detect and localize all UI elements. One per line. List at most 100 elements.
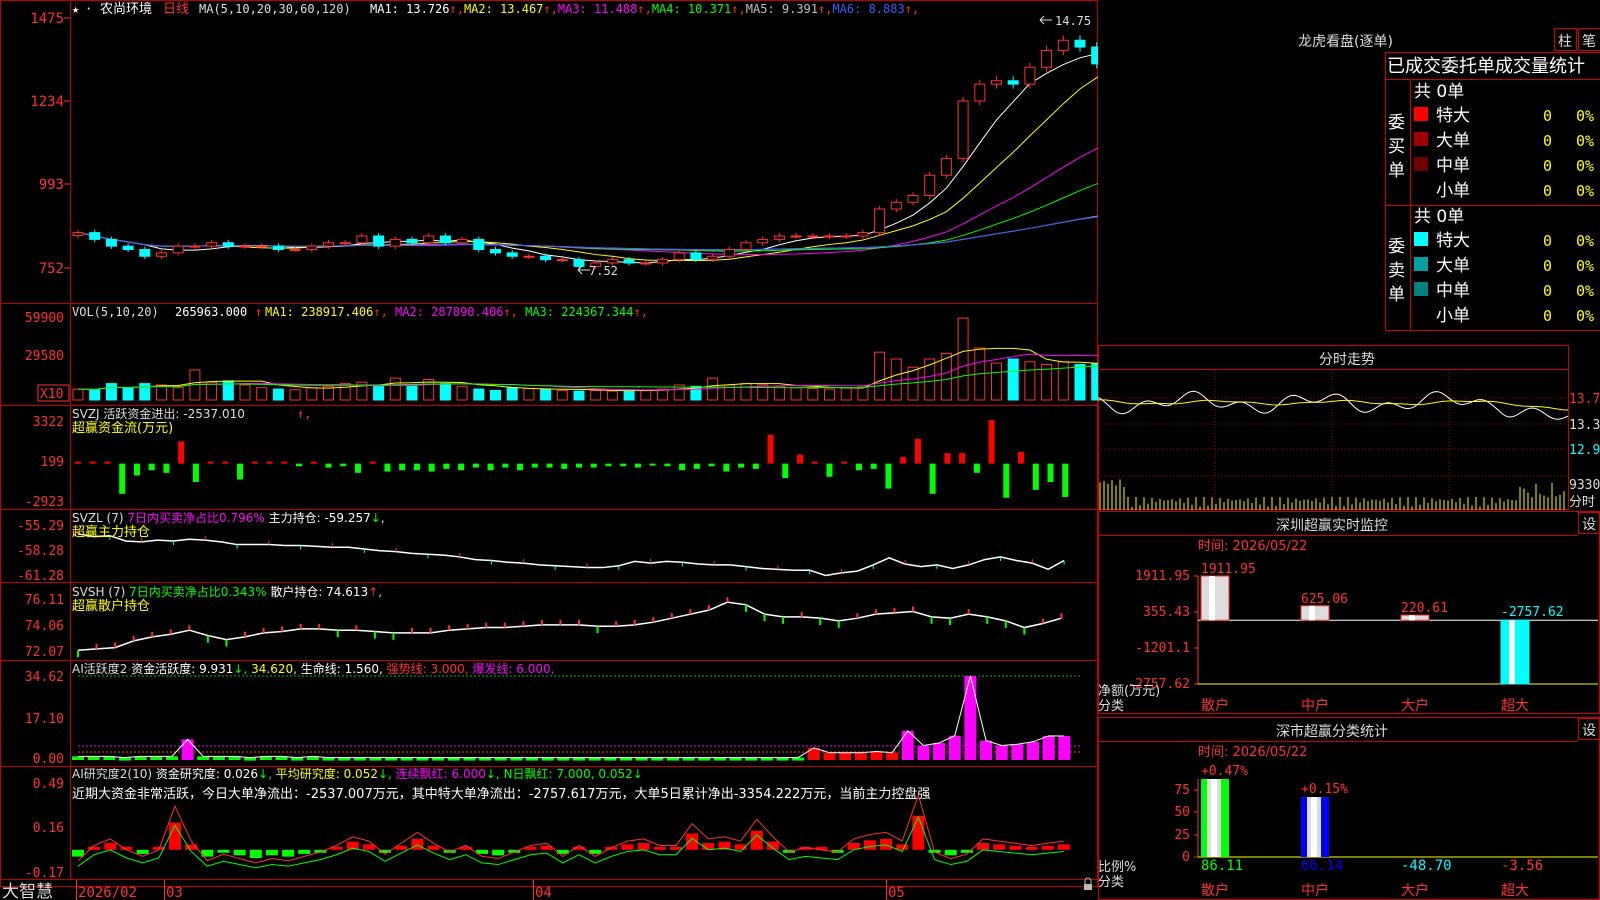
volume-bar [790, 387, 802, 401]
vol-ma-arrow: ↑, [373, 305, 387, 319]
svzj-axis-top: 3322 [33, 415, 64, 430]
candle-body [323, 242, 334, 247]
svzl-axis-top: -55.29 [17, 519, 64, 534]
volume-bar [239, 384, 251, 401]
cls-title: 深市超赢分类统计 [1276, 723, 1388, 740]
volume-bar [707, 377, 719, 401]
volume-bar [807, 387, 819, 401]
svsh-axis-bottom: 72.07 [25, 645, 64, 660]
vol-axis-mid: 29580 [25, 349, 64, 364]
ai2-bar [637, 843, 650, 850]
candle-body [389, 238, 401, 247]
sz-settings-button[interactable]: 设 [1582, 517, 1596, 533]
intraday-axis-mid: 13.33 [1569, 418, 1600, 433]
ai1-down-arrow: ↓, [233, 662, 247, 676]
sell-row-label: 特大 [1436, 231, 1470, 251]
volume-bar [991, 362, 1002, 401]
ma-value: MA3: 11.488 [558, 2, 637, 16]
candle-body [89, 232, 101, 240]
ai1-line [78, 675, 1065, 759]
ai1-axis-top: 34.62 [25, 670, 64, 685]
cls-bar-shine [1311, 797, 1317, 857]
svzj-bar [576, 463, 582, 468]
svzj-bar [826, 463, 833, 477]
tab-volume[interactable]: 成交量 [1495, 56, 1549, 77]
ai1-axis-bottom: 0.00 [33, 752, 64, 767]
tab-traded[interactable]: 已成交 [1387, 56, 1441, 77]
pen-mode-button[interactable]: 笔 [1582, 34, 1596, 50]
ai2-bar [233, 849, 246, 856]
svzj-bar [900, 457, 907, 464]
ma-value: MA2: 13.467 [464, 2, 543, 16]
buy-side-char: 单 [1388, 161, 1405, 181]
candle-body [1074, 39, 1086, 48]
candle-body [490, 249, 501, 254]
buy-row-count: 0 [1543, 157, 1552, 175]
lock-icon[interactable] [1084, 884, 1092, 890]
price-axis-label: 1234 [30, 94, 64, 110]
cls-chart: 75 50 25 0 +0.47% 86.11 散户 +0.15% 66.14 中户 -48.70 大… [1174, 764, 1598, 899]
sell-row-label: 中单 [1436, 281, 1470, 301]
tab-stats[interactable]: 统计 [1549, 56, 1585, 77]
sz-category: 超大 [1501, 698, 1529, 714]
buy-total: 共 0单 [1414, 82, 1464, 102]
buy-row-label: 大单 [1436, 131, 1470, 151]
svzl-hold: 主力持仓: -59.257 [265, 510, 371, 525]
sz-category: 中户 [1301, 697, 1329, 714]
vol-axis-top: 59900 [25, 311, 64, 326]
volume-bar [523, 387, 535, 401]
volume-bar [456, 385, 468, 401]
svzj-bar [1032, 463, 1039, 490]
svsh-axis: 76.11 74.06 72.07 [25, 593, 64, 660]
ma-arrow: ↑, [905, 2, 919, 16]
ai1-bar [150, 756, 163, 760]
lhb-title: 龙虎看盘(逐单) [1298, 33, 1393, 50]
tab-orders[interactable]: 委托单 [1441, 56, 1495, 77]
cls-settings-button[interactable]: 设 [1582, 723, 1596, 739]
ai1-axis-mid: 17.10 [25, 712, 64, 727]
candle-body [272, 245, 284, 250]
ai1-bar [980, 740, 993, 760]
volume-bar [1007, 358, 1019, 401]
sell-row-color-box [1414, 232, 1428, 246]
period-label[interactable]: 日线 [163, 2, 189, 17]
ai2-down-arrow: ↓, [258, 767, 272, 781]
ai1-activity: 资金活跃度: 9.931 [127, 661, 233, 676]
sell-total: 共 0单 [1414, 207, 1464, 227]
bottom-bar: 大智慧 2026/02 03 04 05 [2, 877, 1092, 900]
stock-name[interactable]: 农尚环境 [100, 2, 152, 17]
sz-axis-label: -1201.1 [1135, 641, 1190, 656]
candle-body [707, 255, 719, 261]
vol-ma-value: MA3: 224367.344 [518, 305, 634, 319]
high-value: 14.75 [1055, 14, 1091, 28]
candle-body [339, 242, 351, 245]
price-axis: 1475 1234 993 752 [30, 11, 70, 277]
svzj-bar [634, 463, 641, 468]
bar-mode-button[interactable]: 柱 [1558, 34, 1572, 50]
candle-body [874, 208, 886, 234]
candle-body [740, 242, 752, 250]
volume-bar [89, 389, 101, 401]
volume-bar [206, 381, 218, 401]
candle-body [373, 235, 385, 247]
intraday-lines [1098, 390, 1569, 420]
ai1-axis: 34.62 17.10 0.00 [25, 670, 64, 767]
svzj-bar [723, 463, 730, 472]
volume-bar [573, 390, 585, 401]
svzj-bar [561, 463, 568, 469]
svzj-bar [752, 463, 759, 469]
svzj-up-arrow: ↑, [297, 407, 311, 421]
volume-bar [556, 389, 568, 401]
sz-bar-shine [1209, 576, 1215, 621]
ai1-bar [823, 752, 836, 760]
kline-chart-area[interactable]: 1475 1234 993 752 ★ · 农尚环境 日线 MA(5,10,20,30… [0, 0, 1098, 900]
ai2-bar [993, 844, 1006, 850]
cls-bar-edge [1321, 797, 1329, 857]
side-panel: 龙虎看盘(逐单) 柱 笔 已成交 委托单 成交量 统计 委买单 委卖单 共 0单… [1098, 0, 1600, 900]
intraday-vol-label: 分时 [1569, 495, 1595, 510]
cls-xlabel: 分类 [1098, 875, 1124, 890]
buy-row-pct: 0% [1576, 182, 1594, 200]
ai2-bar [168, 822, 181, 850]
sz-title: 深圳超赢实时监控 [1276, 517, 1388, 534]
svzj-bar [988, 420, 995, 464]
